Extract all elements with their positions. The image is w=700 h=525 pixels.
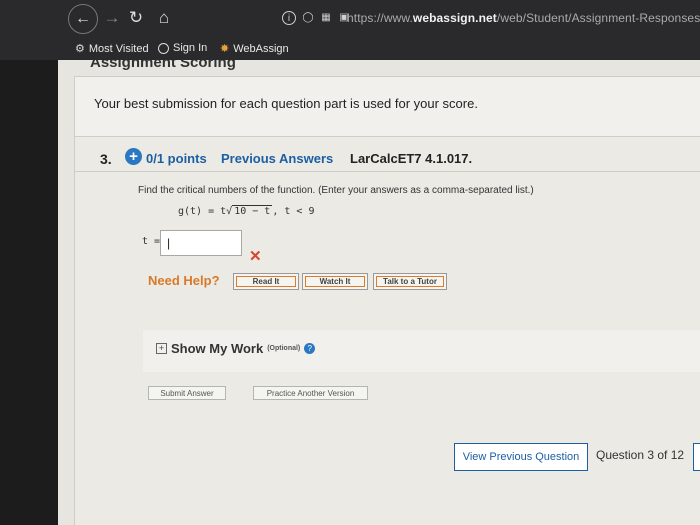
points-label: 0/1 points <box>146 151 207 166</box>
answer-input[interactable] <box>160 230 242 256</box>
function-lhs: g(t) = t <box>178 206 227 217</box>
question-number: 3. <box>100 151 112 167</box>
bookmark-label: Most Visited <box>88 42 149 55</box>
gear-icon: ⚙ <box>75 43 85 55</box>
show-my-work-label: Show My Work <box>171 341 264 356</box>
bookmark-sign-in[interactable]: Sign In <box>158 42 207 54</box>
permissions-icon[interactable]: ▦ <box>320 11 332 23</box>
function-expression: g(t) = t√ 10 − t, t < 9 <box>178 205 315 217</box>
bookmark-webassign[interactable]: ✸ WebAssign <box>220 42 289 56</box>
url-bar-icons: i ◯ ▦ ▣ <box>282 11 350 25</box>
question-code: LarCalcET7 4.1.017. <box>350 151 473 166</box>
url-prefix: https://www. <box>347 11 413 25</box>
back-button[interactable]: ← <box>68 4 98 34</box>
answer-label: t = <box>142 236 161 247</box>
watch-it-button[interactable]: Watch It <box>302 273 368 290</box>
bookmarks-bar: ⚙ Most Visited Sign In ✸ WebAssign <box>0 38 700 60</box>
show-my-work-toggle[interactable]: + Show My Work (Optional) ? <box>156 341 316 356</box>
talk-to-tutor-button[interactable]: Talk to a Tutor <box>373 273 447 290</box>
question-instructions: Find the critical numbers of the functio… <box>138 185 534 196</box>
help-icon[interactable]: ? <box>304 343 316 354</box>
url-domain: webassign.net <box>412 11 497 25</box>
forward-button[interactable]: → <box>100 6 124 30</box>
view-previous-question-button[interactable]: View Previous Question <box>454 443 588 471</box>
plus-icon[interactable]: + <box>125 148 142 165</box>
bookmark-most-visited[interactable]: ⚙ Most Visited <box>75 42 149 56</box>
function-condition: , t < 9 <box>272 206 315 217</box>
bookmark-label: Sign In <box>173 42 208 54</box>
url-path: /web/Student/Assignment-Responses/s <box>496 11 700 25</box>
previous-answers-link[interactable]: Previous Answers <box>221 151 333 166</box>
page-title: Assignment Scoring <box>90 60 236 71</box>
page-content: Assignment Scoring Your best submission … <box>58 60 700 525</box>
webassign-logo-icon: ✸ <box>220 43 230 55</box>
submit-answer-button[interactable]: Submit Answer <box>148 386 226 400</box>
browser-toolbar: ← → ↻ ⌂ i ◯ ▦ ▣ https://www.webassign.ne… <box>0 0 700 38</box>
info-icon[interactable]: i <box>282 11 296 25</box>
incorrect-icon: ✕ <box>249 248 262 265</box>
optional-label: (Optional) <box>267 345 301 352</box>
practice-another-version-button[interactable]: Practice Another Version <box>253 386 368 400</box>
need-help-label: Need Help? <box>148 273 220 288</box>
globe-icon <box>158 42 169 54</box>
home-icon[interactable]: ⌂ <box>152 6 176 30</box>
function-radicand: 10 − t <box>232 205 273 217</box>
expand-icon[interactable]: + <box>156 343 167 354</box>
bookmark-label: WebAssign <box>233 42 289 55</box>
next-question-button[interactable] <box>693 443 700 471</box>
question-counter: Question 3 of 12 <box>596 448 685 462</box>
url-bar[interactable]: https://www.webassign.net/web/Student/As… <box>347 11 700 25</box>
best-submission-text: Your best submission for each question p… <box>94 96 478 111</box>
shield-icon[interactable]: ◯ <box>302 11 314 23</box>
reload-icon[interactable]: ↻ <box>124 6 148 30</box>
read-it-button[interactable]: Read It <box>233 273 299 290</box>
